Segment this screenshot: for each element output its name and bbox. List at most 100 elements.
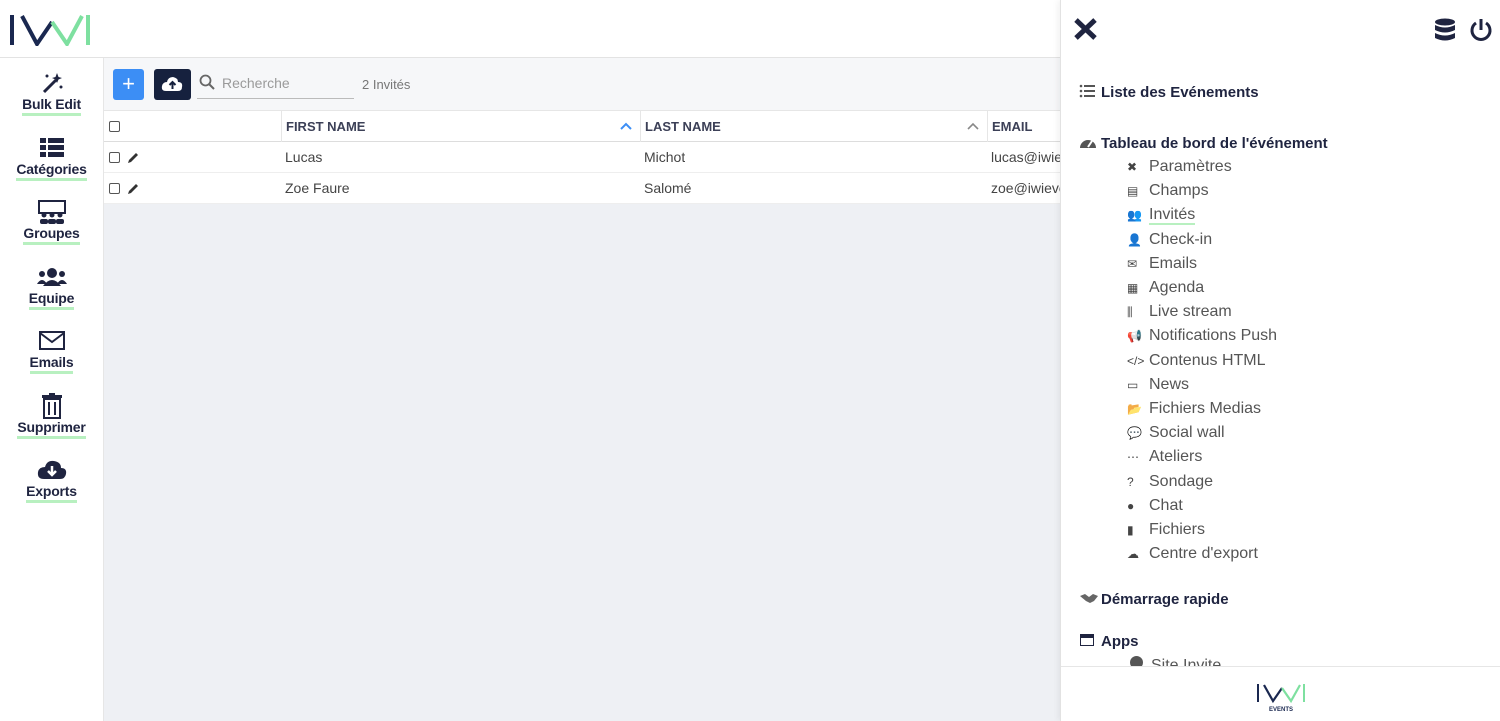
search-input[interactable] [222, 72, 352, 94]
sidebar-item-emails[interactable]: Emails [0, 328, 103, 374]
chat-bubble-icon: ● [1127, 498, 1135, 513]
sidebar-item-team[interactable]: Equipe [0, 264, 103, 310]
email-cell: zoe@iwievents.com [991, 180, 1060, 196]
column-last-name[interactable]: LAST NAME [640, 111, 987, 142]
fields-icon: ▤ [1127, 184, 1139, 199]
menu-item-chat[interactable]: ● Chat [1127, 497, 1183, 515]
column-email[interactable]: EMAIL [987, 111, 1060, 142]
groups-icon [37, 200, 66, 224]
menu-item-agenda[interactable]: ▦ Agenda [1127, 279, 1204, 297]
search-box [197, 70, 354, 99]
sidebar-item-exports[interactable]: Exports [0, 457, 103, 503]
database-icon[interactable] [1434, 18, 1456, 42]
guest-count: 2 Invités [362, 77, 411, 92]
menu-item-notifications-push[interactable]: 📢 Notifications Push [1127, 327, 1277, 345]
column-first-name[interactable]: FIRST NAME [281, 111, 640, 142]
panel-header [1061, 0, 1500, 58]
edit-icon[interactable] [126, 182, 140, 196]
sidebar-item-delete[interactable]: Supprimer [0, 393, 103, 439]
sidebar-item-label: Supprimer [17, 419, 86, 439]
menu-item-ateliers[interactable]: ⋯ Ateliers [1127, 448, 1202, 466]
menu-item-sondage[interactable]: ? Sondage [1127, 473, 1213, 491]
bullhorn-icon: 📢 [1127, 329, 1142, 344]
menu-item-social-wall[interactable]: 💬 Social wall [1127, 424, 1225, 442]
iwi-events-logo: EVENTS [1257, 684, 1305, 713]
share-nodes-icon: ⋯ [1127, 450, 1139, 465]
comments-icon: 💬 [1127, 426, 1142, 441]
menu-item-champs[interactable]: ▤ Champs [1127, 182, 1209, 200]
menu-item-fichiers[interactable]: ▮ Fichiers [1127, 521, 1205, 539]
last-name-cell: Salomé [644, 180, 692, 196]
team-icon [36, 268, 67, 286]
sidebar-item-label: Exports [26, 483, 77, 503]
code-icon: </> [1127, 353, 1145, 368]
table-row[interactable]: Lucas Michot lucas@iwievents.com [104, 142, 1060, 173]
menu-item-news[interactable]: ▭ News [1127, 376, 1189, 394]
sidebar-item-label: Equipe [28, 290, 74, 310]
sidebar-item-label: Emails [29, 354, 74, 374]
cloud-upload-icon [161, 77, 183, 91]
list-icon [1079, 84, 1101, 102]
question-circle-icon: ? [1127, 474, 1134, 489]
menu-item-emails[interactable]: ✉ Emails [1127, 255, 1197, 273]
menu-item-centre-d-export[interactable]: ☁ Centre d'export [1127, 545, 1258, 563]
user-check-icon: 👤 [1127, 232, 1142, 247]
select-all-checkbox[interactable] [109, 121, 120, 132]
envelope-icon: ✉ [1127, 256, 1138, 271]
trash-icon [41, 393, 62, 419]
toolbar: + 2 Invités [104, 58, 1060, 110]
calendar-icon: ▦ [1127, 281, 1139, 295]
menu-item-param-tres[interactable]: ✖ Paramètres [1127, 158, 1232, 176]
search-icon [199, 74, 215, 90]
sidebar-item-label: Catégories [16, 161, 87, 181]
menu-item-contenus-html[interactable]: </> Contenus HTML [1127, 352, 1266, 370]
close-icon[interactable] [1073, 17, 1099, 41]
menu-event-dashboard[interactable]: Tableau de bord de l'événement [1079, 135, 1328, 153]
menu-quickstart[interactable]: Démarrage rapide [1079, 591, 1229, 609]
panel-menu: Liste des Evénements Tableau de bord de … [1061, 58, 1500, 666]
email-cell: lucas@iwievents.com [991, 149, 1060, 165]
menu-item-site-invite[interactable]: Site Invite [1129, 655, 1221, 666]
magic-wand-icon [42, 73, 62, 94]
main-content: + 2 Invités FIRST NAME [104, 58, 1060, 721]
footer-logo-text: EVENTS [1269, 707, 1293, 713]
sidebar: Bulk Edit Catégories Groupes Equipe Emai… [0, 58, 104, 721]
last-name-cell: Michot [644, 149, 686, 165]
guests-icon: 👥 [1127, 208, 1142, 223]
sidebar-item-label: Bulk Edit [22, 96, 81, 116]
menu-events-list[interactable]: Liste des Evénements [1079, 84, 1259, 102]
dashboard-gauge-icon [1079, 135, 1101, 153]
iwi-logo[interactable] [10, 14, 90, 51]
panel-footer: EVENTS [1061, 666, 1500, 721]
edit-icon[interactable] [126, 151, 140, 165]
window-icon [1079, 633, 1101, 651]
folder-open-icon: 📂 [1127, 402, 1142, 416]
cloud-download-icon: ☁ [1127, 547, 1139, 562]
menu-item-live-stream[interactable]: ⫼ Live stream [1127, 303, 1232, 321]
row-checkbox[interactable] [109, 183, 120, 194]
table-row[interactable]: Zoe Faure Salomé zoe@iwievents.com [104, 173, 1060, 204]
sidebar-item-bulk-edit[interactable]: Bulk Edit [0, 70, 103, 116]
file-icon: ▮ [1127, 523, 1134, 537]
sort-icon[interactable] [967, 121, 979, 131]
power-icon[interactable] [1469, 17, 1493, 43]
menu-item-fichiers-medias[interactable]: 📂 Fichiers Medias [1127, 400, 1261, 418]
list-icon [39, 138, 64, 157]
sort-asc-icon[interactable] [620, 121, 632, 131]
tools-icon: ✖ [1127, 160, 1138, 174]
top-bar [0, 0, 1060, 58]
sidebar-item-label: Groupes [23, 225, 80, 245]
menu-item-check-in[interactable]: 👤 Check-in [1127, 231, 1212, 249]
row-checkbox[interactable] [109, 152, 120, 163]
table-header: FIRST NAME LAST NAME EMAIL [104, 110, 1060, 142]
upload-button[interactable] [154, 69, 191, 100]
menu-apps[interactable]: Apps [1079, 633, 1139, 651]
guests-table: FIRST NAME LAST NAME EMAIL Lucas Michot … [104, 110, 1060, 204]
menu-item-invit-s[interactable]: 👥 Invités [1127, 206, 1196, 226]
add-guest-button[interactable]: + [113, 69, 144, 100]
sidebar-item-groups[interactable]: Groupes [0, 199, 103, 245]
sidebar-item-categories[interactable]: Catégories [0, 135, 103, 181]
globe-icon [1129, 655, 1151, 666]
cloud-download-icon [37, 460, 66, 479]
waveform-icon: ⫼ [1127, 305, 1133, 320]
